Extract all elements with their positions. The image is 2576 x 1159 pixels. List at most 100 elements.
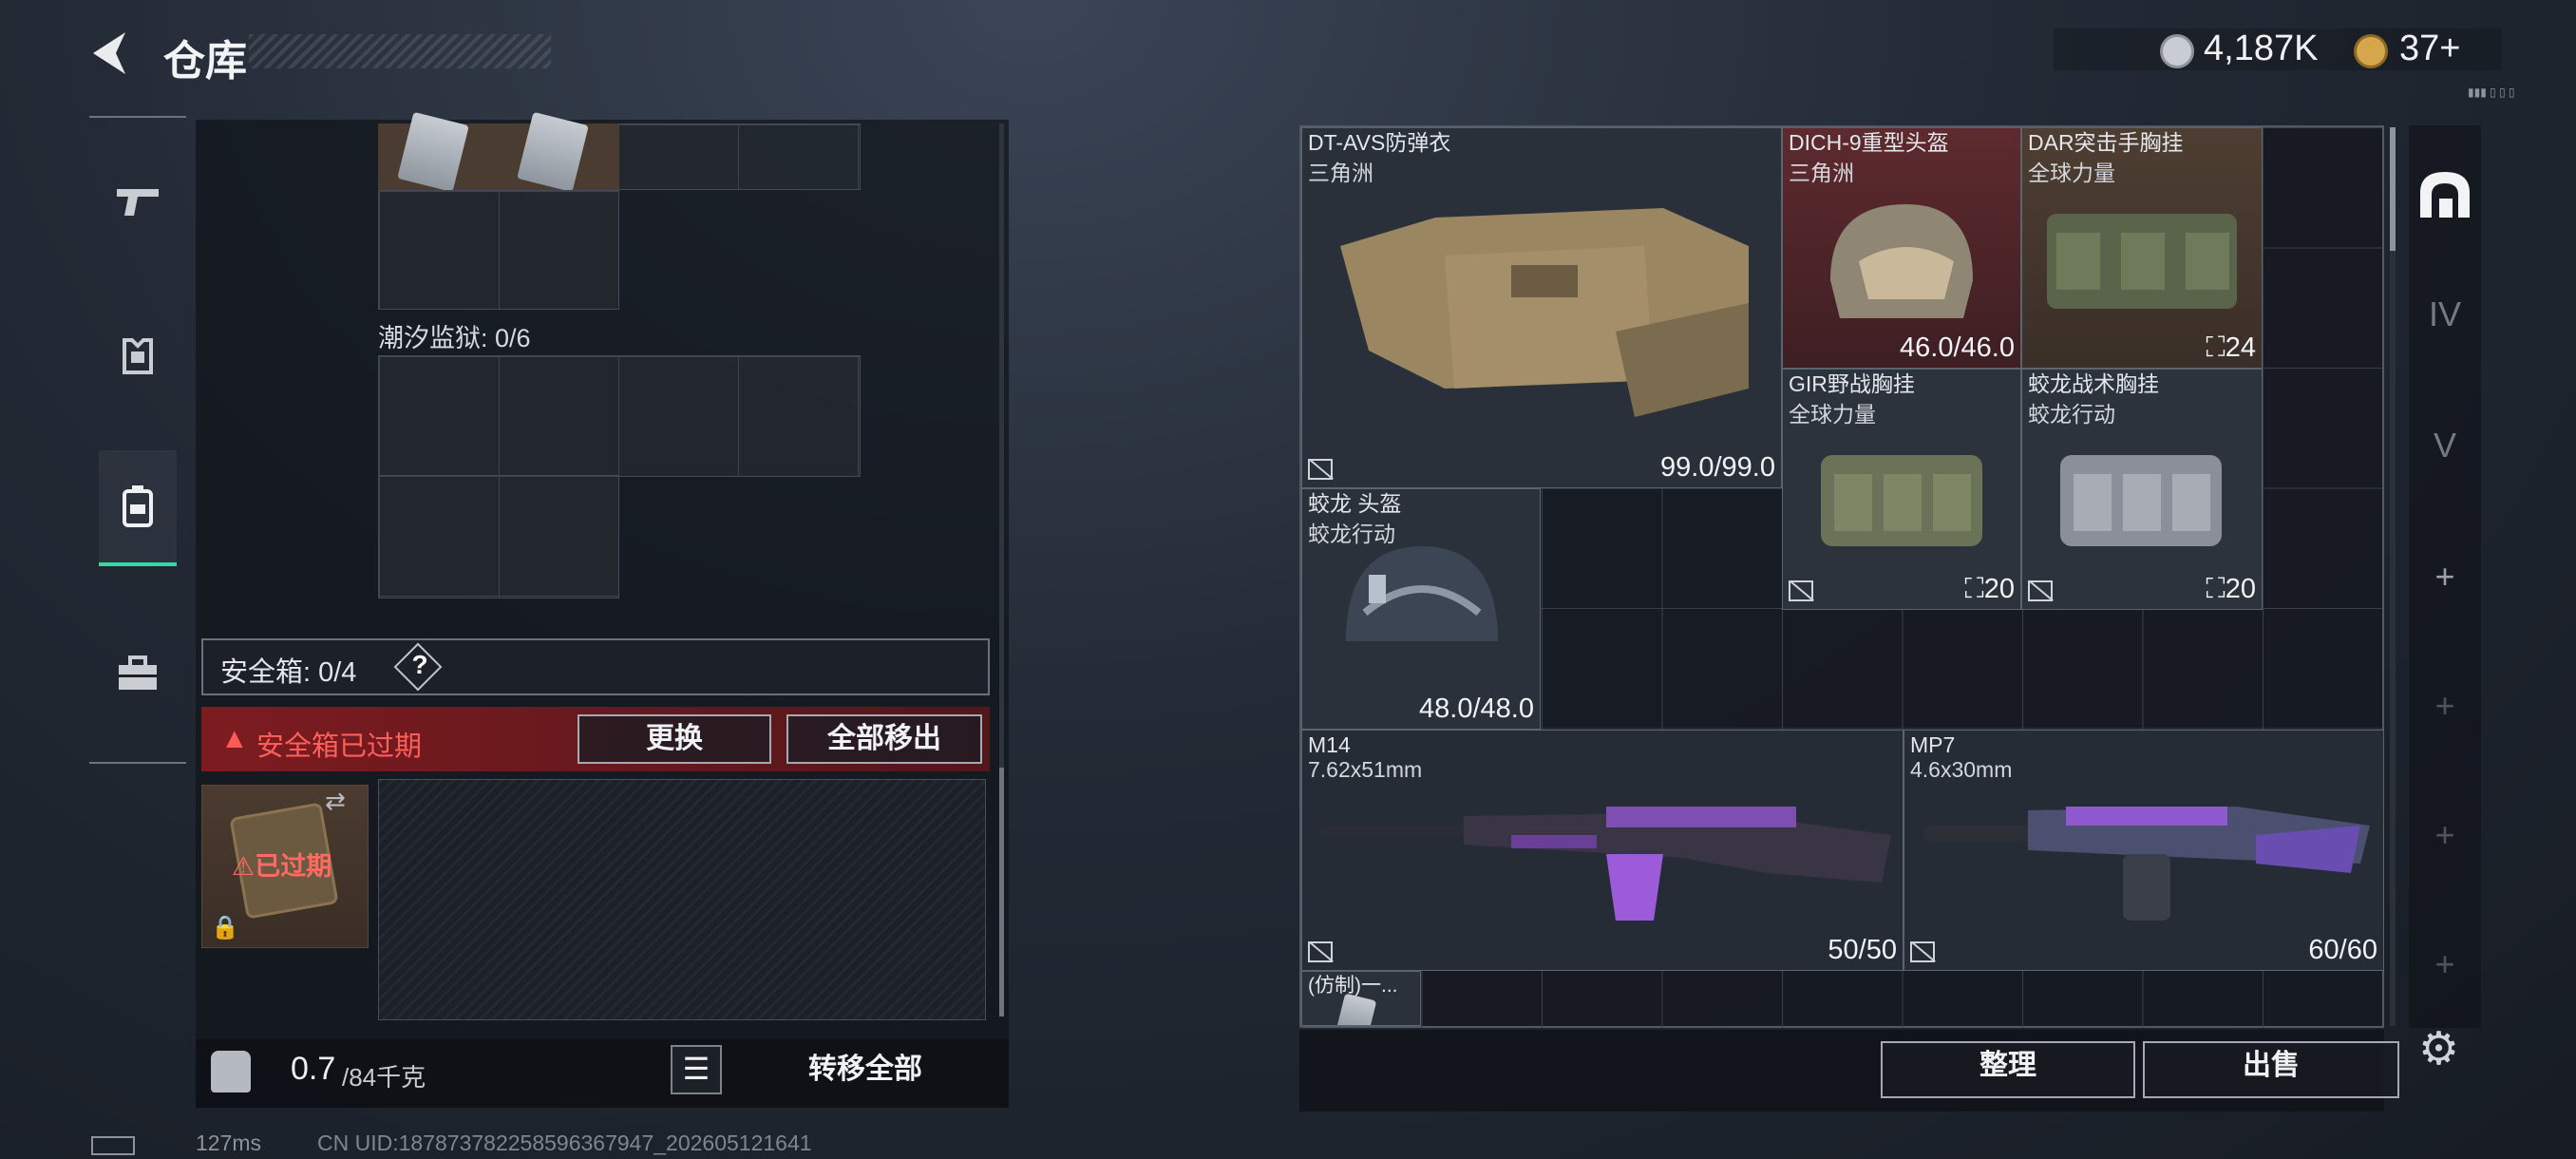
body-armor-image [1340, 208, 1749, 417]
no-insurance-icon [1308, 459, 1333, 480]
tide-prison-grid[interactable] [378, 355, 861, 477]
stash-item-m14[interactable]: M14 7.62x51mm 50/50 [1301, 730, 1904, 971]
help-question-mark: ? [411, 650, 428, 679]
battery-icon [91, 1136, 135, 1155]
left-nav [89, 116, 186, 764]
safe-box-grid[interactable] [378, 779, 986, 1020]
helmet-image [1346, 546, 1498, 641]
stash-tab-main[interactable] [2409, 142, 2481, 247]
warning-triangle-icon: ⚠ [232, 852, 256, 881]
tide-prison-grid-lower[interactable] [378, 475, 619, 598]
silver-coin-value: 4,187K [2204, 28, 2319, 68]
move-all-out-button[interactable]: 全部移出 [786, 714, 982, 764]
stash-item-gir-rig[interactable]: GIR野战胸挂 全球力量 ⛶20 [1782, 369, 2021, 610]
weight-capacity: /84千克 [342, 1063, 426, 1092]
settings-gear-icon[interactable]: ⚙ [2418, 1022, 2459, 1075]
item-durability: 48.0/48.0 [1419, 694, 1534, 724]
no-insurance-icon [1789, 580, 1813, 601]
title-decoration [249, 34, 551, 68]
gold-coin-icon [2354, 34, 2388, 68]
chest-rig-image [2060, 455, 2222, 546]
item-capacity-value: 20 [2225, 574, 2256, 604]
back-arrow-icon[interactable] [87, 28, 133, 78]
stash-item-jiaolong-rig[interactable]: 蛟龙战术胸挂 蛟龙行动 ⛶20 [2021, 369, 2263, 610]
item-capacity-value: 20 [1983, 574, 2015, 604]
pistol-icon [117, 189, 159, 216]
item-name: DICH-9重型头盔 [1789, 130, 1949, 155]
grid-capacity-icon: ⛶ [2206, 332, 2226, 363]
stash-tab-iv[interactable]: IV [2409, 262, 2481, 367]
item-faction: 全球力量 [1789, 402, 1876, 427]
stash-tab-add[interactable]: + [2409, 524, 2481, 629]
no-insurance-icon [1910, 941, 1935, 962]
item-name: MP7 [1910, 732, 1956, 757]
item-ammo: 50/50 [1828, 935, 1897, 965]
page-title: 仓库 [163, 38, 247, 85]
item-name: GIR野战胸挂 [1789, 371, 1915, 396]
home-arch-icon [2420, 172, 2470, 218]
nav-backpack-tab[interactable] [99, 450, 177, 566]
silver-coin-icon [2160, 34, 2194, 68]
chest-rig-image [1821, 455, 1982, 546]
stash-scrollbar[interactable] [2390, 127, 2396, 1026]
item-faction: 三角洲 [1789, 161, 1854, 185]
armor-icon [123, 338, 153, 374]
item-name: 蛟龙 头盔 [1308, 491, 1402, 516]
item-name: DT-AVS防弹衣 [1308, 130, 1451, 155]
item-expired-label: ⚠已过期 [232, 846, 331, 883]
nav-weapon-tab[interactable] [99, 150, 177, 255]
list-view-button[interactable]: ☰ [671, 1045, 722, 1094]
item-capacity: ⛶20 [2206, 574, 2256, 605]
stash-item-mp7[interactable]: MP7 4.6x30mm 60/60 [1904, 730, 2384, 971]
item-caliber: 4.6x30mm [1910, 757, 2013, 782]
toolbox-icon [119, 656, 157, 690]
nav-gear-tab[interactable] [99, 304, 177, 408]
transfer-all-button[interactable]: 转移全部 [731, 1045, 999, 1094]
plus-icon: + [2434, 944, 2455, 983]
plus-icon: + [2434, 815, 2455, 854]
backpack-icon [123, 485, 153, 527]
stash-item-card[interactable]: (仿制)一... [1301, 971, 1421, 1026]
item-capacity: ⛶24 [2206, 332, 2256, 364]
stash-tab-v[interactable]: V [2409, 393, 2481, 498]
item-durability: 46.0/46.0 [1900, 332, 2015, 363]
stash-item-heavy-helmet[interactable]: DICH-9重型头盔 三角洲 46.0/46.0 [1782, 127, 2021, 369]
stash-item-armor[interactable]: DT-AVS防弹衣 三角洲 99.0/99.0 [1301, 127, 1782, 488]
nav-toolbox-tab[interactable] [99, 621, 177, 726]
plus-icon: + [2434, 686, 2455, 725]
user-uid: CN UID:187873782258596367947_20260512164… [317, 1130, 812, 1155]
gold-coin-value[interactable]: 37+ [2399, 28, 2460, 69]
container-grid-lower[interactable] [378, 190, 619, 310]
item-name: DAR突击手胸挂 [2028, 130, 2184, 155]
safe-box-label: 安全箱: 0/4 [220, 657, 357, 688]
panel-scrollbar-thumb[interactable] [999, 768, 1004, 1016]
weight-value: 0.7 [291, 1051, 336, 1087]
stash-scrollbar-thumb[interactable] [2390, 127, 2396, 251]
item-faction: 蛟龙行动 [2028, 402, 2115, 427]
list-icon: ☰ [682, 1052, 710, 1086]
item-capacity: ⛶20 [1964, 574, 2015, 605]
item-name: 蛟龙战术胸挂 [2028, 371, 2159, 396]
stash-tab-add-locked[interactable]: + [2409, 654, 2481, 758]
stash-tab-add-locked[interactable]: + [2409, 912, 2481, 1016]
sort-button[interactable]: 整理 [1881, 1041, 2135, 1098]
sell-button[interactable]: 出售 [2143, 1041, 2399, 1098]
swap-arrows-icon[interactable]: ⇄ [325, 787, 346, 816]
plus-icon: + [2434, 557, 2455, 596]
grid-capacity-icon: ⛶ [1964, 574, 1984, 604]
item-faction: 蛟龙行动 [1308, 522, 1395, 546]
item-capacity-value: 24 [2225, 332, 2256, 363]
tide-prison-label: 潮汐监狱: 0/6 [378, 324, 531, 352]
ping-value: 127ms [196, 1130, 262, 1155]
item-ammo: 60/60 [2308, 935, 2377, 965]
replace-button[interactable]: 更换 [578, 714, 771, 764]
item-faction: 全球力量 [2028, 161, 2115, 185]
small-label: ▮▮▮ ▯ ▯ ▯ [2468, 86, 2515, 99]
stash-item-jiaolong-helmet[interactable]: 蛟龙 头盔 蛟龙行动 48.0/48.0 [1301, 488, 1541, 730]
stash-tab-add-locked[interactable]: + [2409, 783, 2481, 887]
chest-rig-image [2047, 214, 2237, 309]
stash-item-assault-rig[interactable]: DAR突击手胸挂 全球力量 ⛶24 [2021, 127, 2263, 369]
item-caliber: 7.62x51mm [1308, 757, 1423, 782]
weight-icon [211, 1051, 251, 1092]
lock-icon: 🔒 [211, 915, 239, 940]
